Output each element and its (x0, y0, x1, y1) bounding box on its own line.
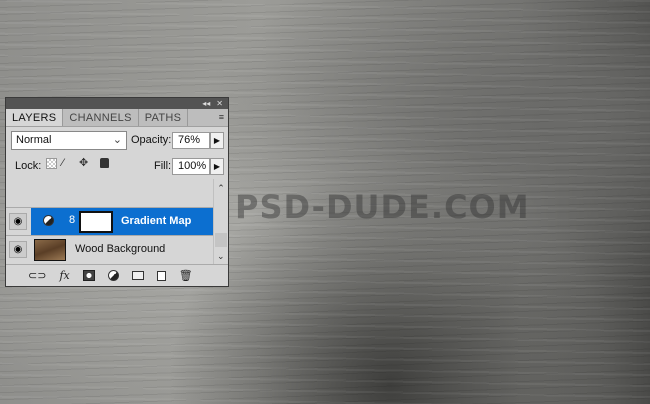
panel-bottom-toolbar: ⊂⊃ fx 🗑 (6, 264, 228, 286)
adjustment-layer-icon (43, 215, 54, 226)
new-layer-icon[interactable] (156, 270, 166, 281)
layer-row-gradient-map[interactable]: ◉ 8 Gradient Map (6, 207, 213, 235)
fill-input[interactable]: 100% (172, 158, 210, 175)
opacity-slider-button[interactable]: ▶ (210, 132, 224, 149)
adjustment-icon[interactable] (107, 270, 119, 281)
close-icon[interactable]: ✕ (216, 99, 223, 108)
add-mask-icon[interactable] (82, 270, 95, 281)
layers-panel: ◂◂ ✕ LAYERS CHANNELS PATHS ≡ Normal ⌄ Opa… (5, 97, 229, 287)
layers-scrollbar[interactable]: ⌃ ⌄ (213, 179, 228, 264)
lock-transparency-icon[interactable] (46, 158, 57, 169)
fx-icon[interactable]: fx (59, 269, 69, 282)
link-chain-icon[interactable]: 8 (69, 214, 75, 226)
blend-mode-select[interactable]: Normal ⌄ (11, 131, 127, 150)
blend-mode-value: Normal (16, 134, 52, 146)
lock-brush-icon[interactable]: ⁄ (62, 157, 64, 169)
visibility-eye-icon[interactable]: ◉ (9, 213, 27, 230)
watermark: PSD-DUDE.COM (235, 188, 530, 226)
fill-label: Fill: (154, 160, 172, 172)
collapse-icon[interactable]: ◂◂ (202, 99, 210, 108)
folder-icon[interactable] (131, 271, 144, 280)
opacity-input[interactable]: 76% (172, 132, 210, 149)
scroll-thumb[interactable] (215, 233, 227, 247)
layer-mask-thumbnail[interactable] (79, 211, 113, 233)
tab-layers[interactable]: LAYERS (6, 109, 64, 126)
visibility-eye-icon[interactable]: ◉ (9, 241, 27, 258)
chevron-down-icon: ⌄ (112, 134, 122, 146)
scroll-down-icon[interactable]: ⌄ (217, 251, 225, 262)
fill-slider-button[interactable]: ▶ (210, 158, 224, 175)
lock-move-icon[interactable]: ✥ (79, 156, 88, 169)
panel-tabs: LAYERS CHANNELS PATHS ≡ (6, 109, 228, 127)
lock-all-icon[interactable] (100, 158, 109, 168)
layer-name[interactable]: Gradient Map (121, 215, 191, 227)
layer-thumbnail[interactable] (34, 239, 66, 261)
layer-name[interactable]: Wood Background (75, 243, 165, 255)
layer-row-wood-background[interactable]: ◉ Wood Background (6, 235, 213, 263)
opacity-label: Opacity: (131, 134, 172, 146)
panel-menu-icon[interactable]: ≡ (219, 112, 224, 122)
panel-title-bar: ◂◂ ✕ (6, 98, 228, 109)
tab-channels[interactable]: CHANNELS (63, 109, 139, 126)
lock-label: Lock: (15, 160, 42, 172)
layers-list: ◉ 8 Gradient Map ◉ Wood Background (6, 179, 213, 264)
tab-paths[interactable]: PATHS (139, 109, 189, 126)
scroll-up-icon[interactable]: ⌃ (214, 183, 228, 194)
trash-icon[interactable]: 🗑 (179, 269, 193, 282)
link-icon[interactable]: ⊂⊃ (28, 269, 46, 282)
